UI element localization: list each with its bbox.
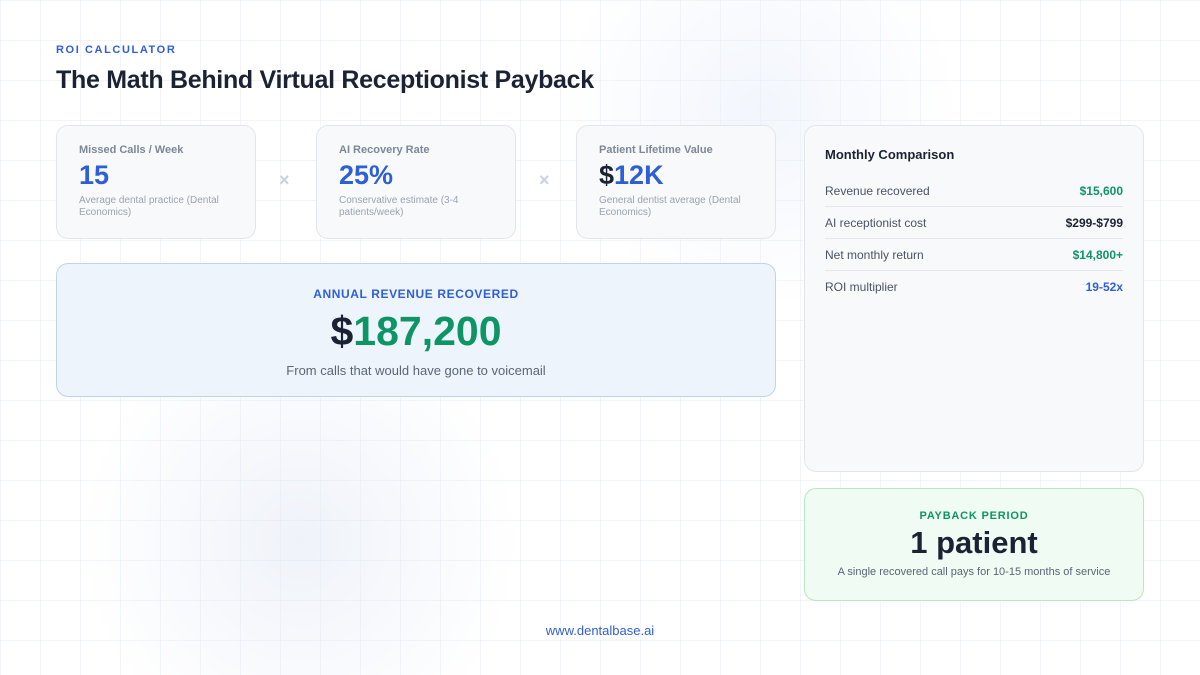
multiply-icon: × bbox=[279, 170, 290, 190]
eyebrow-label: ROI CALCULATOR bbox=[56, 44, 177, 56]
payback-note: A single recovered call pays for 10-15 m… bbox=[837, 566, 1111, 578]
comparison-title: Monthly Comparison bbox=[825, 147, 955, 162]
row-value: 19-52x bbox=[1085, 280, 1123, 294]
metric-card-recovery-rate: AI Recovery Rate 25% Conservative estima… bbox=[316, 125, 516, 239]
row-label: ROI multiplier bbox=[825, 280, 898, 294]
row-value: $15,600 bbox=[1079, 183, 1123, 198]
metric-note: Average dental practice (Dental Economic… bbox=[79, 195, 219, 218]
comparison-row-roi: ROI multiplier 19-52x bbox=[825, 271, 1123, 303]
row-label: AI receptionist cost bbox=[825, 215, 927, 230]
payback-period-card: PAYBACK PERIOD 1 patient A single recove… bbox=[804, 488, 1144, 601]
metric-number: 12K bbox=[614, 160, 664, 190]
comparison-row-net-return: Net monthly return $14,800+ bbox=[825, 239, 1123, 271]
page-title: The Math Behind Virtual Receptionist Pay… bbox=[56, 66, 594, 94]
annual-revenue-label: ANNUAL REVENUE RECOVERED bbox=[313, 287, 519, 301]
metric-label: AI Recovery Rate bbox=[339, 144, 430, 156]
metric-label: Missed Calls / Week bbox=[79, 144, 184, 156]
row-label: Revenue recovered bbox=[825, 183, 930, 198]
currency-symbol: $ bbox=[599, 160, 615, 190]
metric-card-missed-calls: Missed Calls / Week 15 Average dental pr… bbox=[56, 125, 256, 239]
comparison-row-revenue: Revenue recovered $15,600 bbox=[825, 175, 1123, 207]
payback-value: 1 patient bbox=[910, 525, 1038, 560]
annual-revenue-number: 187,200 bbox=[353, 308, 502, 354]
metric-value: $12K bbox=[599, 160, 753, 191]
metric-card-lifetime-value: Patient Lifetime Value $12K General dent… bbox=[576, 125, 776, 239]
annual-revenue-value: $187,200 bbox=[57, 307, 775, 355]
monthly-comparison-card: Monthly Comparison Revenue recovered $15… bbox=[804, 125, 1144, 472]
metric-note: General dentist average (Dental Economic… bbox=[599, 195, 741, 218]
annual-revenue-card: ANNUAL REVENUE RECOVERED $187,200 From c… bbox=[56, 263, 776, 397]
currency-symbol: $ bbox=[330, 308, 354, 354]
row-value: $299-$799 bbox=[1065, 215, 1123, 230]
multiply-icon: × bbox=[539, 170, 550, 190]
metric-value: 25% bbox=[339, 160, 394, 190]
row-value: $14,800+ bbox=[1072, 247, 1123, 262]
metric-label: Patient Lifetime Value bbox=[599, 144, 713, 156]
metric-note: Conservative estimate (3-4 patients/week… bbox=[339, 195, 459, 218]
annual-revenue-note: From calls that would have gone to voice… bbox=[286, 363, 546, 378]
footer-website-link[interactable]: www.dentalbase.ai bbox=[0, 623, 1200, 638]
payback-label: PAYBACK PERIOD bbox=[919, 510, 1029, 522]
row-label: Net monthly return bbox=[825, 247, 924, 262]
comparison-row-cost: AI receptionist cost $299-$799 bbox=[825, 207, 1123, 239]
metric-value: 15 bbox=[79, 160, 110, 190]
